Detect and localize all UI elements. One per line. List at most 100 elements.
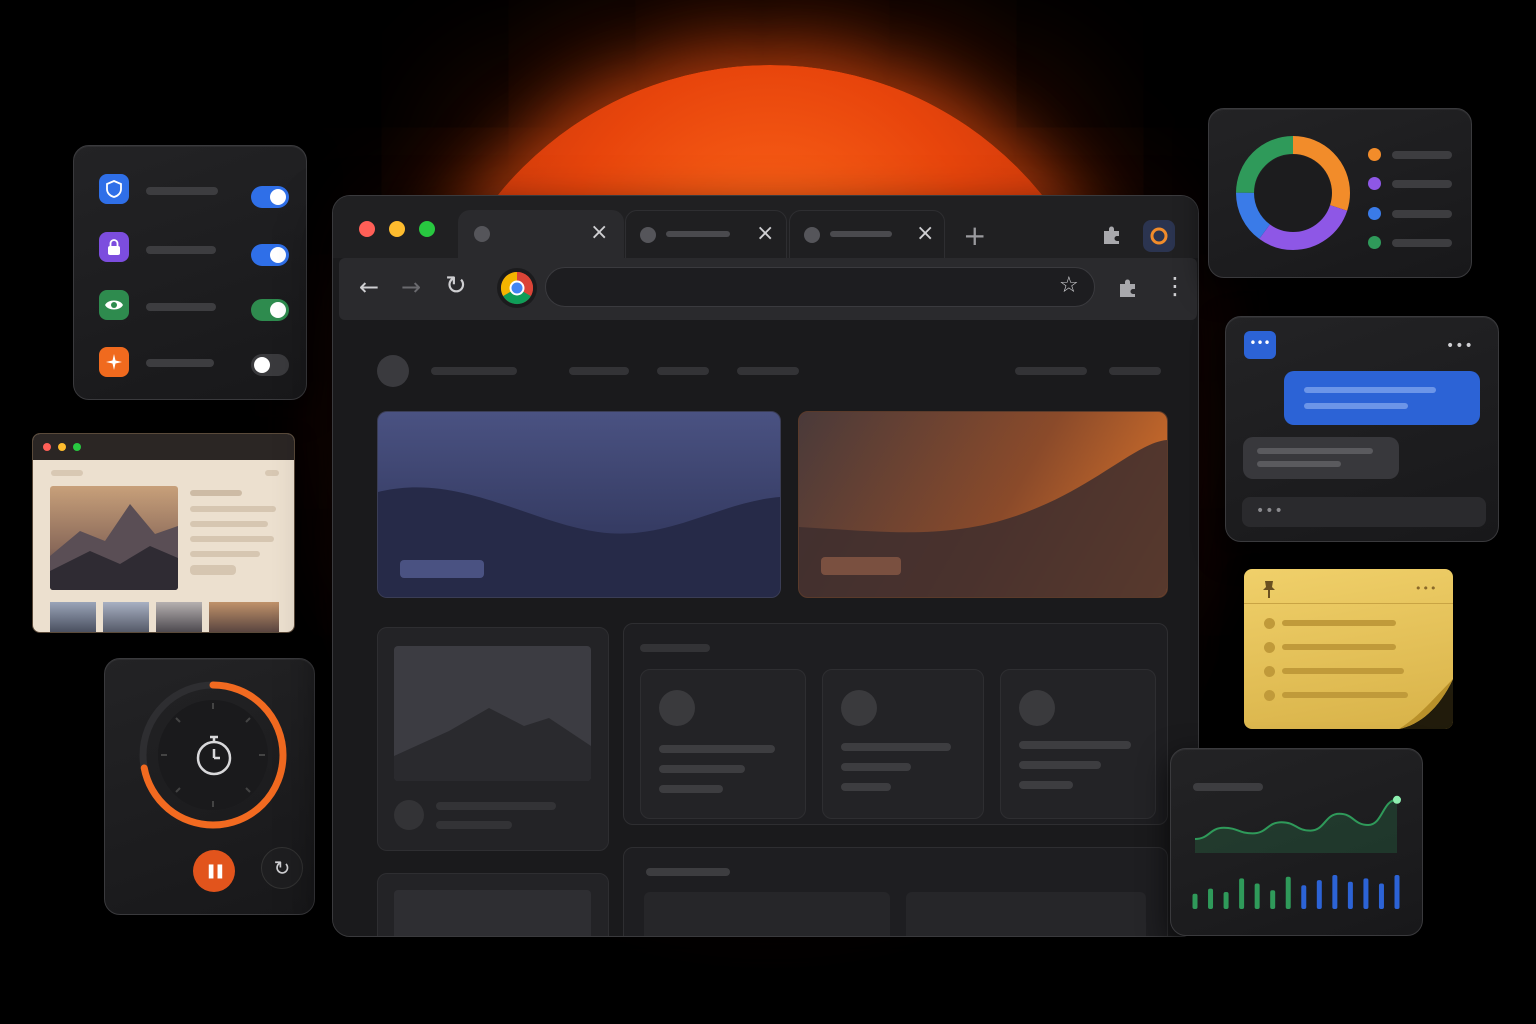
incoming-message (1243, 437, 1399, 479)
activity-bar (1270, 890, 1276, 909)
nav-link[interactable] (569, 367, 629, 375)
bookmark-star-icon[interactable]: ☆ (1059, 275, 1079, 297)
site-name (431, 367, 517, 375)
tab-title (666, 231, 730, 237)
mountain-image (394, 646, 591, 781)
article-card[interactable] (377, 627, 609, 851)
navigation-bar: ← → ↻ ☆ ⋮ (339, 258, 1197, 320)
mountain-photo[interactable] (50, 486, 178, 590)
profile-avatar[interactable] (1143, 220, 1175, 252)
profile-card[interactable] (1000, 669, 1156, 819)
sparkle-icon (99, 347, 129, 377)
nav-link[interactable] (1109, 367, 1161, 375)
article-card[interactable] (377, 873, 609, 936)
minimize-dot[interactable] (58, 443, 66, 451)
close-window-button[interactable] (359, 221, 375, 237)
nav-link[interactable] (657, 367, 709, 375)
forward-icon[interactable]: → (401, 275, 421, 299)
thumbnail[interactable] (103, 602, 149, 632)
thumbnail[interactable] (209, 602, 279, 632)
tab[interactable]: × (625, 210, 787, 260)
page-content (333, 320, 1198, 936)
section-card[interactable] (623, 847, 1168, 936)
back-icon[interactable]: ← (359, 275, 379, 299)
card-group (623, 623, 1168, 825)
message-input[interactable]: ••• (1242, 497, 1486, 527)
reset-button[interactable]: ↻ (261, 847, 303, 889)
pin-icon (1263, 581, 1275, 598)
tab-favicon (804, 227, 820, 243)
donut-chart (1236, 136, 1350, 250)
shield-toggle[interactable] (251, 186, 289, 208)
tab-close-icon[interactable]: × (916, 223, 934, 245)
legend-label (1392, 151, 1452, 159)
activity-bar (1239, 878, 1245, 909)
tab-title (830, 231, 892, 237)
activity-bar (1285, 876, 1291, 909)
setting-label (146, 359, 214, 367)
setting-label (146, 187, 218, 195)
hero-card-orange[interactable] (798, 411, 1168, 598)
tab-active[interactable]: × (458, 210, 624, 258)
thumbnail[interactable] (156, 602, 202, 632)
activity-bar (1192, 893, 1198, 909)
puzzle-icon[interactable] (1101, 224, 1123, 246)
thumbnail[interactable] (50, 602, 96, 632)
chat-panel: ••• ••• ••• (1225, 316, 1499, 542)
tab[interactable]: × (789, 210, 945, 260)
hero-button[interactable] (821, 557, 901, 575)
reload-icon[interactable]: ↻ (445, 273, 467, 299)
profile-card[interactable] (640, 669, 806, 819)
pause-button[interactable]: ❚❚ (193, 850, 235, 892)
new-tab-button[interactable]: + (963, 222, 986, 250)
address-bar[interactable] (545, 267, 1095, 307)
note-menu-icon[interactable]: ••• (1415, 583, 1437, 594)
page-curl (1399, 679, 1453, 729)
profile-card[interactable] (822, 669, 984, 819)
activity-bar (1223, 892, 1229, 909)
activity-bar (1316, 880, 1322, 909)
activity-bar (1363, 878, 1369, 909)
close-dot[interactable] (43, 443, 51, 451)
minimize-window-button[interactable] (389, 221, 405, 237)
tab-close-icon[interactable]: × (756, 223, 774, 245)
site-logo[interactable] (377, 355, 409, 387)
activity-bar (1208, 888, 1214, 909)
section-title (640, 644, 710, 652)
menu-icon[interactable]: ⋮ (1163, 274, 1187, 298)
eye-icon (99, 290, 129, 320)
maximize-dot[interactable] (73, 443, 81, 451)
photo-window (32, 433, 295, 633)
nav-link[interactable] (737, 367, 799, 375)
browser-logo-icon[interactable] (497, 268, 537, 308)
author-avatar (394, 800, 424, 830)
shield-icon (99, 174, 129, 204)
activity-bar (1254, 883, 1260, 909)
more-options-icon[interactable]: ••• (1446, 339, 1474, 353)
setting-label (146, 303, 216, 311)
outgoing-message (1284, 371, 1480, 425)
maximize-window-button[interactable] (419, 221, 435, 237)
chat-bubble-icon: ••• (1244, 331, 1276, 359)
activity-chart-panel (1170, 748, 1423, 936)
nav-link[interactable] (1015, 367, 1087, 375)
activity-bar (1332, 875, 1338, 909)
eye-toggle[interactable] (251, 299, 289, 321)
activity-bar (1301, 885, 1307, 909)
privacy-settings-panel (73, 145, 307, 400)
sticky-note[interactable]: ••• (1244, 569, 1453, 729)
stopwatch-icon (196, 735, 232, 776)
hero-button[interactable] (400, 560, 484, 578)
lock-toggle[interactable] (251, 244, 289, 266)
activity-bar (1378, 883, 1384, 909)
browser-window: × × × + ← → ↻ ☆ ⋮ (332, 195, 1199, 937)
analytics-donut-panel (1208, 108, 1472, 278)
tab-favicon (474, 226, 490, 242)
typing-indicator: ••• (1256, 503, 1284, 519)
legend-dot (1368, 236, 1381, 249)
tab-close-icon[interactable]: × (590, 222, 608, 244)
activity-bar (1347, 881, 1353, 909)
sparkle-toggle[interactable] (251, 354, 289, 376)
extensions-icon[interactable] (1117, 277, 1139, 299)
hero-card-blue[interactable] (377, 411, 781, 598)
